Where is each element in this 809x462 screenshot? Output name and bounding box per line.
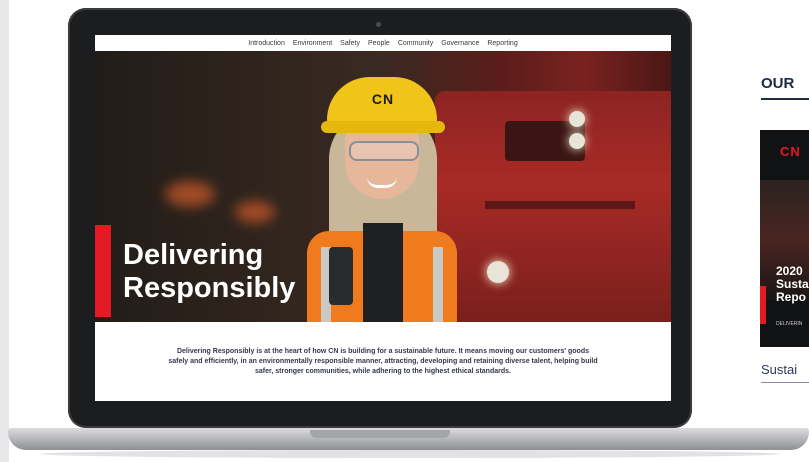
laptop-hinge-notch xyxy=(310,430,450,438)
site-navigation: Introduction Environment Safety People C… xyxy=(95,35,671,51)
locomotive-light xyxy=(569,133,585,149)
hero-title-line2: Responsibly xyxy=(123,272,296,304)
hero-image: CN Delivering Responsibly xyxy=(95,51,671,322)
report-cover-card[interactable]: CN 2020 Susta Repo DELIVERIN xyxy=(760,130,809,347)
report-cover-title: 2020 Susta Repo xyxy=(776,265,809,304)
nav-item-environment[interactable]: Environment xyxy=(293,40,332,47)
intro-paragraph: Delivering Responsibly is at the heart o… xyxy=(168,347,598,375)
report-link-underline xyxy=(761,382,809,383)
report-title-line3: Repo xyxy=(776,290,806,304)
locomotive-headlight xyxy=(487,261,509,283)
worker-shirt xyxy=(363,223,403,322)
hero-title: Delivering Responsibly xyxy=(123,239,295,305)
report-accent-bar xyxy=(760,286,766,324)
locomotive-light xyxy=(569,111,585,127)
laptop-screen: Introduction Environment Safety People C… xyxy=(95,35,671,401)
radio-device xyxy=(329,247,353,305)
nav-item-safety[interactable]: Safety xyxy=(340,40,360,47)
locomotive-rail xyxy=(485,201,635,209)
nav-item-people[interactable]: People xyxy=(368,40,390,47)
heading-underline xyxy=(761,98,809,100)
background-light xyxy=(235,201,275,223)
nav-item-introduction[interactable]: Introduction xyxy=(248,40,285,47)
vest-reflective-stripe xyxy=(433,247,443,322)
section-heading: OUR xyxy=(761,75,795,92)
nav-item-community[interactable]: Community xyxy=(398,40,433,47)
report-link[interactable]: Sustai xyxy=(761,362,797,377)
laptop-shadow xyxy=(40,450,780,458)
nav-item-reporting[interactable]: Reporting xyxy=(487,40,517,47)
safety-glasses xyxy=(349,141,419,161)
hard-hat-brim xyxy=(321,121,445,133)
camera-dot xyxy=(376,22,381,27)
intro-section: Delivering Responsibly is at the heart o… xyxy=(95,322,671,401)
accent-red-bar xyxy=(95,225,111,317)
hard-hat-logo: CN xyxy=(371,91,395,107)
nav-item-governance[interactable]: Governance xyxy=(441,40,479,47)
hero-title-line1: Delivering xyxy=(123,239,264,271)
report-cover-subtitle: DELIVERIN xyxy=(776,321,803,327)
left-edge-strip xyxy=(0,0,9,462)
background-light xyxy=(165,181,215,207)
cn-logo: CN xyxy=(780,144,801,159)
